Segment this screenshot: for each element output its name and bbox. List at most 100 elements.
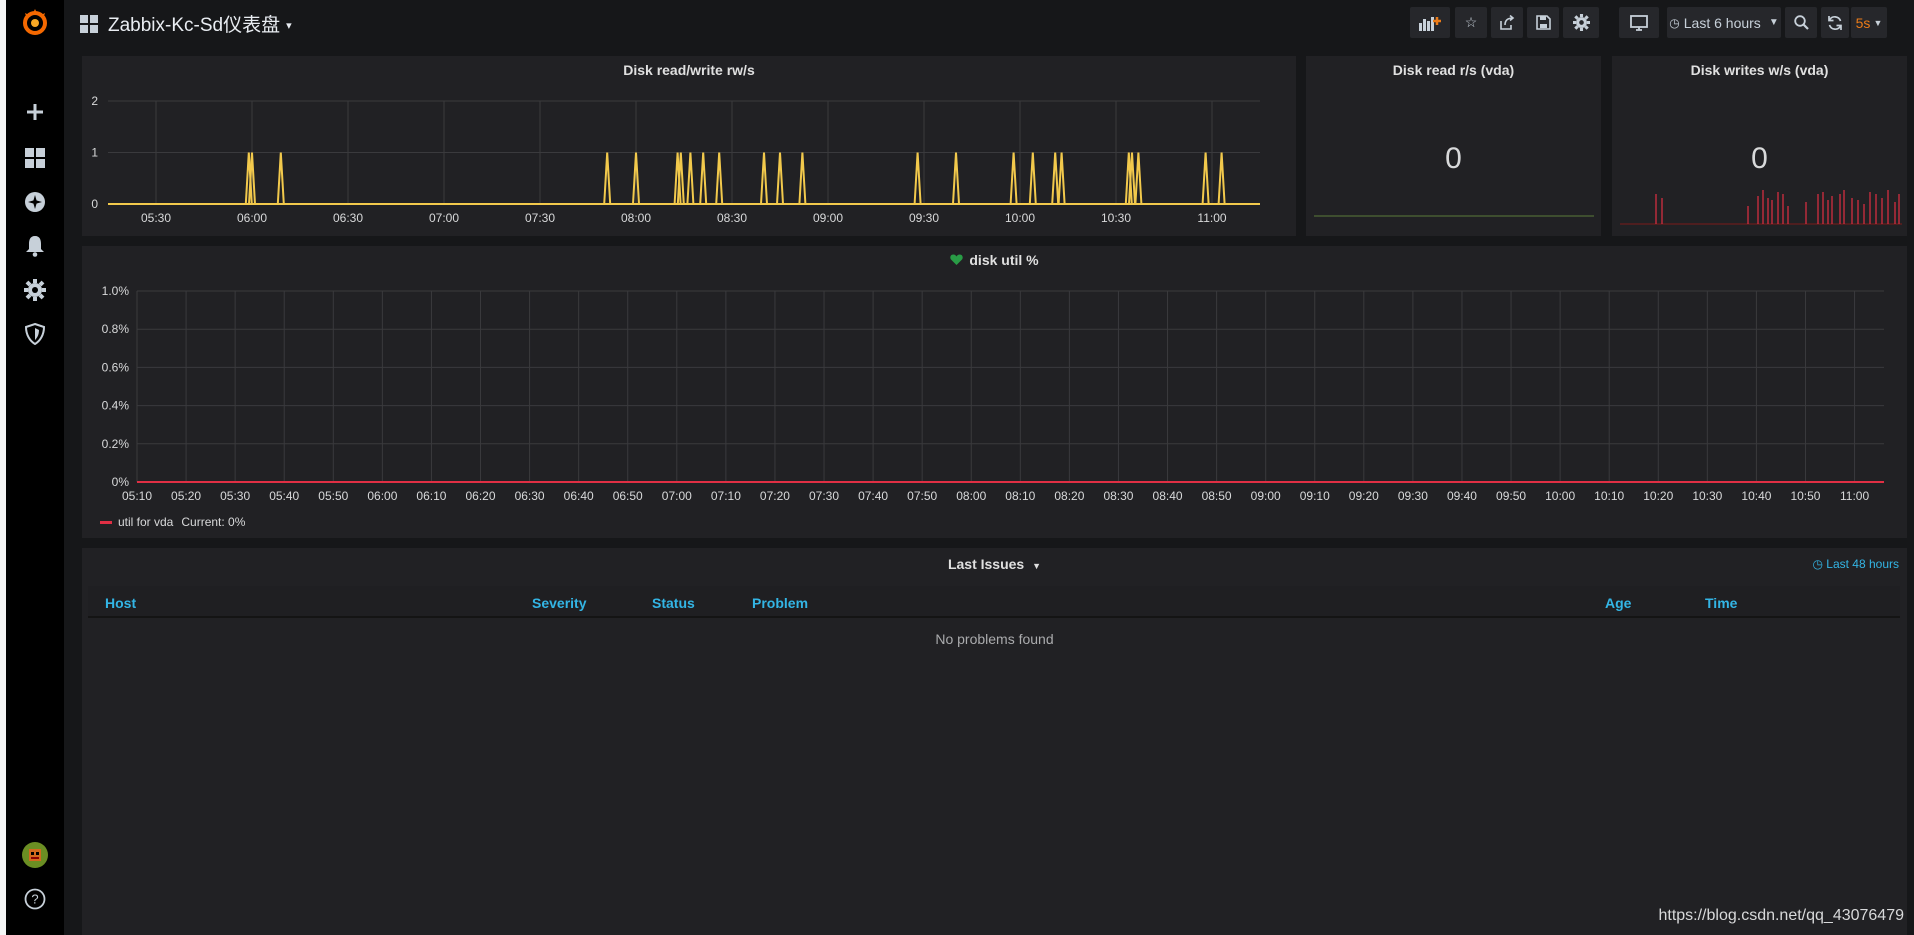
caret-down-icon: ▼ xyxy=(1768,17,1779,28)
panel-title-menu[interactable]: Last Issues ▼ xyxy=(82,556,1907,572)
x-tick-label: 05:20 xyxy=(171,489,201,503)
x-tick-label: 08:40 xyxy=(1153,489,1183,503)
plus-icon[interactable] xyxy=(6,92,64,132)
column-header-severity[interactable]: Severity xyxy=(532,595,586,611)
top-navbar: Zabbix-Kc-Sd仪表盘 ▾ ☆ ◷ Last 6 hours ▼ 5s … xyxy=(64,0,1914,46)
time-range-label: Last 6 hours xyxy=(1683,14,1761,31)
dashboard-title: Zabbix-Kc-Sd仪表盘 xyxy=(108,15,281,36)
x-tick-label: 06:10 xyxy=(416,489,446,503)
panel-disk-read[interactable]: Disk read r/s (vda) 0 xyxy=(1306,56,1601,236)
util-legend[interactable]: util for vda Current: 0% xyxy=(100,515,245,529)
x-tick-label: 08:30 xyxy=(1103,489,1133,503)
series-spike xyxy=(760,152,768,205)
star-dashboard-button[interactable]: ☆ xyxy=(1455,7,1487,38)
series-spike xyxy=(1201,152,1210,205)
x-tick-label: 05:40 xyxy=(269,489,299,503)
share-icon xyxy=(1500,14,1515,30)
x-tick-label: 11:00 xyxy=(1197,211,1226,225)
monitor-icon xyxy=(1630,14,1648,31)
x-tick-label: 10:10 xyxy=(1594,489,1624,503)
watermark: https://blog.csdn.net/qq_43076479 xyxy=(1658,907,1904,924)
column-header-time[interactable]: Time xyxy=(1705,595,1737,611)
series-spike xyxy=(952,152,960,205)
tv-mode-button[interactable] xyxy=(1619,7,1659,38)
refresh-interval-value: 5s xyxy=(1855,14,1871,31)
magnifier-icon xyxy=(1793,15,1809,30)
share-dashboard-button[interactable] xyxy=(1491,7,1523,38)
x-tick-label: 07:40 xyxy=(858,489,888,503)
compass-icon[interactable] xyxy=(6,182,64,222)
x-tick-label: 09:00 xyxy=(1251,489,1281,503)
refresh-icon xyxy=(1828,15,1842,30)
gear-icon[interactable] xyxy=(6,270,64,310)
x-tick-label: 10:20 xyxy=(1643,489,1673,503)
panel-disk-util[interactable]: disk util % 1.0% 0.8% 0.6% 0.4% 0.2% 0% 05:10 0… xyxy=(82,246,1907,538)
series-spike xyxy=(1134,152,1143,205)
refresh-interval-picker[interactable]: 5s ▼ xyxy=(1851,7,1887,38)
y-tick-label: 0.2% xyxy=(102,437,130,451)
series-spike xyxy=(798,152,807,205)
add-panel-button[interactable] xyxy=(1410,7,1450,38)
series-spike xyxy=(699,152,708,205)
x-tick-label: 09:00 xyxy=(813,211,843,225)
column-header-problem[interactable]: Problem xyxy=(752,595,808,611)
dashboards-grid-icon[interactable] xyxy=(6,138,64,178)
panel-title: Disk read r/s (vda) xyxy=(1392,62,1515,78)
legend-current-value: Current: 0% xyxy=(181,515,246,529)
column-header-status[interactable]: Status xyxy=(652,595,695,611)
x-tick-label: 06:00 xyxy=(237,211,267,225)
read-sparkline xyxy=(1314,215,1594,217)
grafana-logo-icon[interactable] xyxy=(6,2,64,42)
column-header-host[interactable]: Host xyxy=(105,595,136,611)
column-header-age[interactable]: Age xyxy=(1605,595,1631,611)
stat-value: 0 xyxy=(1445,142,1462,175)
svg-text:?: ? xyxy=(31,892,38,907)
x-tick-label: 06:00 xyxy=(367,489,397,503)
util-graph: 1.0% 0.8% 0.6% 0.4% 0.2% 0%05:10 05:20 05:30 05:… xyxy=(102,284,1884,503)
x-tick-label: 07:00 xyxy=(662,489,692,503)
x-tick-label: 08:00 xyxy=(621,211,651,225)
x-tick-label: 08:30 xyxy=(717,211,747,225)
panel-last-issues[interactable]: Last Issues ▼ ◷ Last 48 hours No problem… xyxy=(82,548,1907,935)
y-tick-label: 0.6% xyxy=(102,360,130,374)
caret-down-icon: ▼ xyxy=(1032,561,1042,571)
x-tick-label: 10:30 xyxy=(1692,489,1722,503)
caret-down-icon: ▼ xyxy=(1873,17,1883,28)
x-tick-label: 09:40 xyxy=(1447,489,1477,503)
x-tick-label: 09:30 xyxy=(1398,489,1428,503)
save-dashboard-button[interactable] xyxy=(1527,7,1559,38)
x-tick-label: 07:20 xyxy=(760,489,790,503)
x-tick-label: 06:40 xyxy=(564,489,594,503)
series-spike xyxy=(776,152,784,205)
series-spike xyxy=(715,152,724,205)
x-tick-label: 05:10 xyxy=(122,489,152,503)
x-tick-label: 10:30 xyxy=(1101,211,1131,225)
series-spike xyxy=(1057,152,1066,205)
series-spike xyxy=(913,152,922,205)
x-tick-label: 08:10 xyxy=(1005,489,1035,503)
series-spike xyxy=(1009,152,1018,205)
x-tick-label: 08:00 xyxy=(956,489,986,503)
x-tick-label: 06:30 xyxy=(333,211,363,225)
time-range-picker[interactable]: ◷ Last 6 hours ▼ xyxy=(1667,7,1781,38)
dashboard-settings-button[interactable] xyxy=(1563,7,1599,38)
x-tick-label: 09:30 xyxy=(909,211,939,225)
dashboard-title-picker[interactable]: Zabbix-Kc-Sd仪表盘 ▾ xyxy=(80,10,292,37)
user-avatar[interactable] xyxy=(6,835,64,875)
panel-disk-writes[interactable]: Disk writes w/s (vda) 0 xyxy=(1612,56,1907,236)
y-tick-label: 1.0% xyxy=(102,284,130,298)
x-tick-label: 06:50 xyxy=(613,489,643,503)
rw-graph: 2 1 0 05:30 06:00 06:30 07:00 07:30 08:00 08:30 09… xyxy=(91,94,1260,225)
x-tick-label: 09:50 xyxy=(1496,489,1526,503)
series-spike xyxy=(276,152,285,205)
x-tick-label: 08:20 xyxy=(1054,489,1084,503)
x-tick-label: 05:50 xyxy=(318,489,348,503)
question-icon[interactable]: ? xyxy=(6,879,64,919)
refresh-button[interactable] xyxy=(1821,7,1849,38)
zoom-out-button[interactable] xyxy=(1785,7,1817,38)
panel-disk-read-write[interactable]: Disk read/write rw/s 2 1 0 05:30 06:00 06:30 0… xyxy=(82,56,1296,236)
x-tick-label: 05:30 xyxy=(220,489,250,503)
bell-icon[interactable] xyxy=(6,226,64,266)
shield-icon[interactable] xyxy=(6,314,64,354)
x-tick-label: 10:00 xyxy=(1545,489,1575,503)
